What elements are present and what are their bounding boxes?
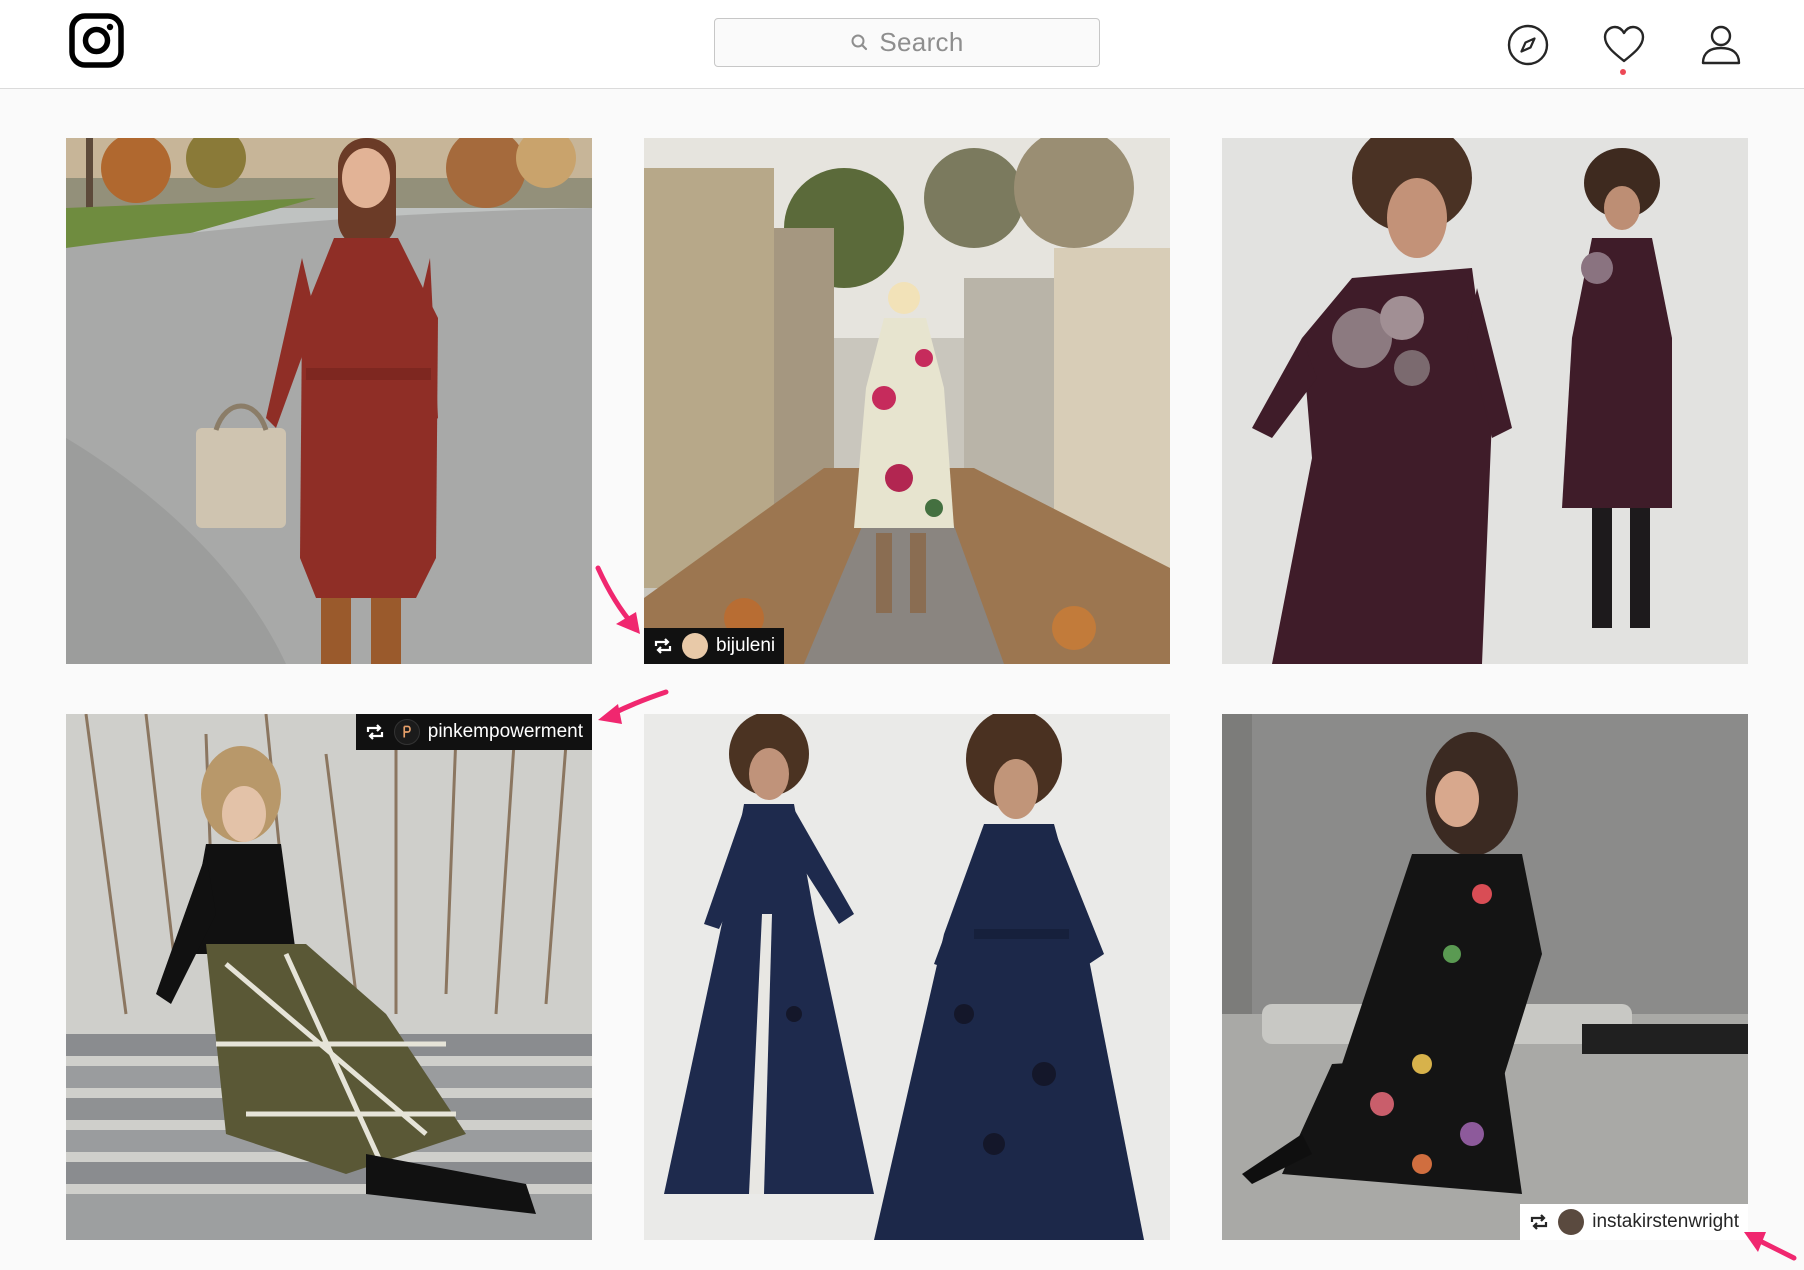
post-image-6 (1222, 714, 1748, 1240)
post-image-3 (1222, 138, 1748, 664)
post-tile-2[interactable]: bijuleni (644, 138, 1170, 664)
search-icon (851, 34, 868, 51)
avatar (682, 633, 708, 659)
post-image-4 (66, 714, 592, 1240)
repost-username: bijuleni (716, 635, 776, 656)
post-tile-4[interactable]: pinkempowerment (66, 714, 592, 1240)
repost-icon (366, 724, 383, 740)
repost-badge-6[interactable]: instakirstenwright (1520, 1204, 1748, 1240)
post-tile-3[interactable] (1222, 138, 1748, 664)
avatar (1558, 1209, 1585, 1235)
user-icon[interactable] (1697, 21, 1745, 69)
search-placeholder: Search (879, 27, 964, 57)
post-image-5 (644, 714, 1170, 1240)
annotation-arrow-1 (595, 565, 640, 634)
repost-username: pinkempowerment (427, 721, 583, 742)
annotation-arrow-3 (1744, 1232, 1797, 1261)
post-tile-6[interactable]: instakirstenwright (1222, 714, 1748, 1240)
repost-icon (1531, 1214, 1548, 1230)
post-tile-1[interactable] (66, 138, 592, 664)
repost-badge-4[interactable]: pinkempowerment (355, 714, 592, 750)
repost-username: instakirstenwright (1592, 1211, 1739, 1232)
heart-icon[interactable] (1600, 21, 1648, 69)
repost-icon (654, 638, 672, 654)
post-tile-5[interactable] (644, 714, 1170, 1240)
annotation-arrow-2 (598, 689, 669, 724)
top-nav-bar: Search (0, 0, 1804, 89)
post-image-1 (66, 138, 592, 664)
post-image-2 (644, 138, 1170, 664)
compass-icon[interactable] (1504, 21, 1552, 69)
search-input[interactable]: Search (714, 18, 1100, 67)
repost-badge-2[interactable]: bijuleni (644, 628, 785, 664)
avatar (393, 719, 420, 745)
notification-dot (1620, 69, 1626, 75)
instagram-logo-icon[interactable] (69, 13, 124, 68)
